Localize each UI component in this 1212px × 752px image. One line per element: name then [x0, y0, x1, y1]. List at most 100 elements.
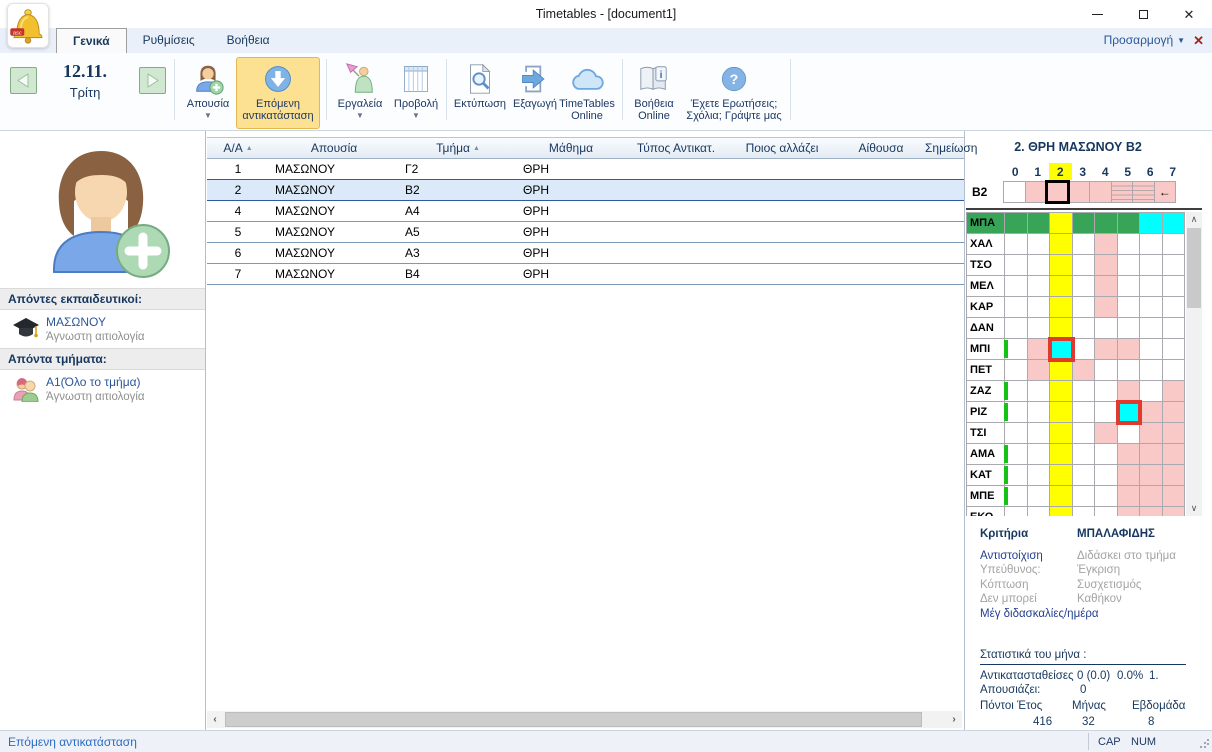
- availability-cell-4[interactable]: [1095, 381, 1118, 402]
- availability-cell-1[interactable]: [1028, 276, 1051, 297]
- availability-cell-6[interactable]: [1140, 486, 1163, 507]
- availability-cell-6[interactable]: [1140, 465, 1163, 486]
- availability-cell-0[interactable]: [1005, 444, 1028, 465]
- availability-cell-1[interactable]: [1028, 255, 1051, 276]
- availability-cell-5[interactable]: [1118, 339, 1141, 360]
- teacher-label[interactable]: ΑΜΑ: [967, 444, 1005, 465]
- availability-cell-0[interactable]: [1005, 360, 1028, 381]
- availability-cell-4[interactable]: [1095, 486, 1118, 507]
- availability-cell-7[interactable]: [1163, 255, 1186, 276]
- class-period-cell-5[interactable]: [1111, 181, 1134, 203]
- availability-cell-2[interactable]: [1050, 339, 1073, 360]
- scroll-down-icon[interactable]: ∨: [1186, 501, 1202, 516]
- availability-cell-0[interactable]: [1005, 507, 1028, 516]
- availability-cell-5[interactable]: [1118, 444, 1141, 465]
- table-row[interactable]: 5ΜΑΣΩΝΟΥΑ5ΘΡΗ: [207, 222, 964, 243]
- availability-cell-3[interactable]: [1073, 507, 1096, 516]
- availability-cell-0[interactable]: [1005, 381, 1028, 402]
- availability-cell-3[interactable]: [1073, 213, 1096, 234]
- scroll-up-icon[interactable]: ∧: [1186, 212, 1202, 227]
- column-header-0[interactable]: Α/Α▲: [207, 138, 269, 158]
- availability-cell-2[interactable]: [1050, 297, 1073, 318]
- table-row[interactable]: 6ΜΑΣΩΝΟΥΑ3ΘΡΗ: [207, 243, 964, 264]
- availability-cell-0[interactable]: [1005, 318, 1028, 339]
- app-logo[interactable]: asc: [7, 3, 49, 48]
- availability-cell-1[interactable]: [1028, 297, 1051, 318]
- tab-rythmiseis[interactable]: Ρυθμίσεις: [127, 28, 211, 53]
- criteria-left-item[interactable]: Κόπτωση: [980, 578, 1077, 593]
- availability-cell-0[interactable]: [1005, 402, 1028, 423]
- availability-cell-7[interactable]: [1163, 486, 1186, 507]
- availability-cell-0[interactable]: [1005, 234, 1028, 255]
- availability-cell-2[interactable]: [1050, 213, 1073, 234]
- scroll-left-icon[interactable]: ‹: [207, 711, 223, 728]
- availability-cell-3[interactable]: [1073, 318, 1096, 339]
- availability-cell-0[interactable]: [1005, 423, 1028, 444]
- availability-cell-0[interactable]: [1005, 339, 1028, 360]
- ribbon-close-icon[interactable]: ✕: [1193, 28, 1204, 53]
- availability-cell-6[interactable]: [1140, 402, 1163, 423]
- availability-cell-5[interactable]: [1118, 360, 1141, 381]
- availability-cell-1[interactable]: [1028, 486, 1051, 507]
- teacher-label[interactable]: ΠΕΤ: [967, 360, 1005, 381]
- availability-cell-0[interactable]: [1005, 276, 1028, 297]
- availability-cell-3[interactable]: [1073, 339, 1096, 360]
- availability-cell-2[interactable]: [1050, 255, 1073, 276]
- availability-cell-4[interactable]: [1095, 465, 1118, 486]
- timetables-online-button[interactable]: TimeTables Online: [556, 57, 618, 129]
- availability-cell-1[interactable]: [1028, 507, 1051, 516]
- teacher-label[interactable]: ΔΑΝ: [967, 318, 1005, 339]
- availability-cell-5[interactable]: [1118, 507, 1141, 516]
- availability-cell-2[interactable]: [1050, 465, 1073, 486]
- availability-cell-0[interactable]: [1005, 465, 1028, 486]
- availability-cell-6[interactable]: [1140, 339, 1163, 360]
- availability-cell-6[interactable]: [1140, 213, 1163, 234]
- availability-cell-7[interactable]: [1163, 318, 1186, 339]
- teacher-label[interactable]: ΤΣΟ: [967, 255, 1005, 276]
- availability-cell-6[interactable]: [1140, 423, 1163, 444]
- criteria-left-item[interactable]: Αντιστοίχιση: [980, 549, 1077, 564]
- column-header-5[interactable]: Ποιος αλλάζει: [727, 138, 837, 158]
- availability-cell-3[interactable]: [1073, 360, 1096, 381]
- table-row[interactable]: 7ΜΑΣΩΝΟΥΒ4ΘΡΗ: [207, 264, 964, 285]
- availability-cell-2[interactable]: [1050, 444, 1073, 465]
- availability-cell-3[interactable]: [1073, 444, 1096, 465]
- minimize-button[interactable]: [1074, 0, 1120, 28]
- print-button[interactable]: Εκτύπωση: [452, 57, 508, 129]
- help-online-button[interactable]: i Βοήθεια Online: [628, 57, 680, 129]
- availability-cell-2[interactable]: [1050, 507, 1073, 516]
- availability-cell-3[interactable]: [1073, 402, 1096, 423]
- teacher-label[interactable]: ΜΕΛ: [967, 276, 1005, 297]
- table-row[interactable]: 1ΜΑΣΩΝΟΥΓ2ΘΡΗ: [207, 159, 964, 180]
- resize-grip[interactable]: [1199, 739, 1209, 749]
- availability-cell-4[interactable]: [1095, 318, 1118, 339]
- availability-cell-5[interactable]: [1118, 255, 1141, 276]
- availability-cell-2[interactable]: [1050, 381, 1073, 402]
- availability-cell-1[interactable]: [1028, 381, 1051, 402]
- availability-cell-5[interactable]: [1118, 465, 1141, 486]
- availability-cell-7[interactable]: [1163, 297, 1186, 318]
- availability-cell-7[interactable]: [1163, 423, 1186, 444]
- availability-cell-3[interactable]: [1073, 486, 1096, 507]
- availability-cell-5[interactable]: [1118, 381, 1141, 402]
- next-day-button[interactable]: [139, 67, 166, 94]
- availability-cell-4[interactable]: [1095, 255, 1118, 276]
- availability-cell-7[interactable]: [1163, 234, 1186, 255]
- availability-cell-1[interactable]: [1028, 360, 1051, 381]
- availability-cell-1[interactable]: [1028, 213, 1051, 234]
- criteria-left-item[interactable]: Δεν μπορεί: [980, 592, 1077, 607]
- class-period-cell-1[interactable]: [1025, 181, 1048, 203]
- availability-cell-7[interactable]: [1163, 444, 1186, 465]
- previous-day-button[interactable]: [10, 67, 37, 94]
- tab-voitheia[interactable]: Βοήθεια: [211, 28, 286, 53]
- class-period-cell-0[interactable]: [1003, 181, 1026, 203]
- availability-cell-4[interactable]: [1095, 339, 1118, 360]
- teacher-label[interactable]: ΜΠΑ: [967, 213, 1005, 234]
- availability-cell-4[interactable]: [1095, 276, 1118, 297]
- scrollbar-thumb[interactable]: [1187, 228, 1201, 308]
- availability-cell-5[interactable]: [1118, 423, 1141, 444]
- class-period-cell-7[interactable]: ←: [1154, 181, 1177, 203]
- availability-cell-2[interactable]: [1050, 402, 1073, 423]
- availability-cell-1[interactable]: [1028, 339, 1051, 360]
- class-period-cell-2[interactable]: [1046, 181, 1069, 203]
